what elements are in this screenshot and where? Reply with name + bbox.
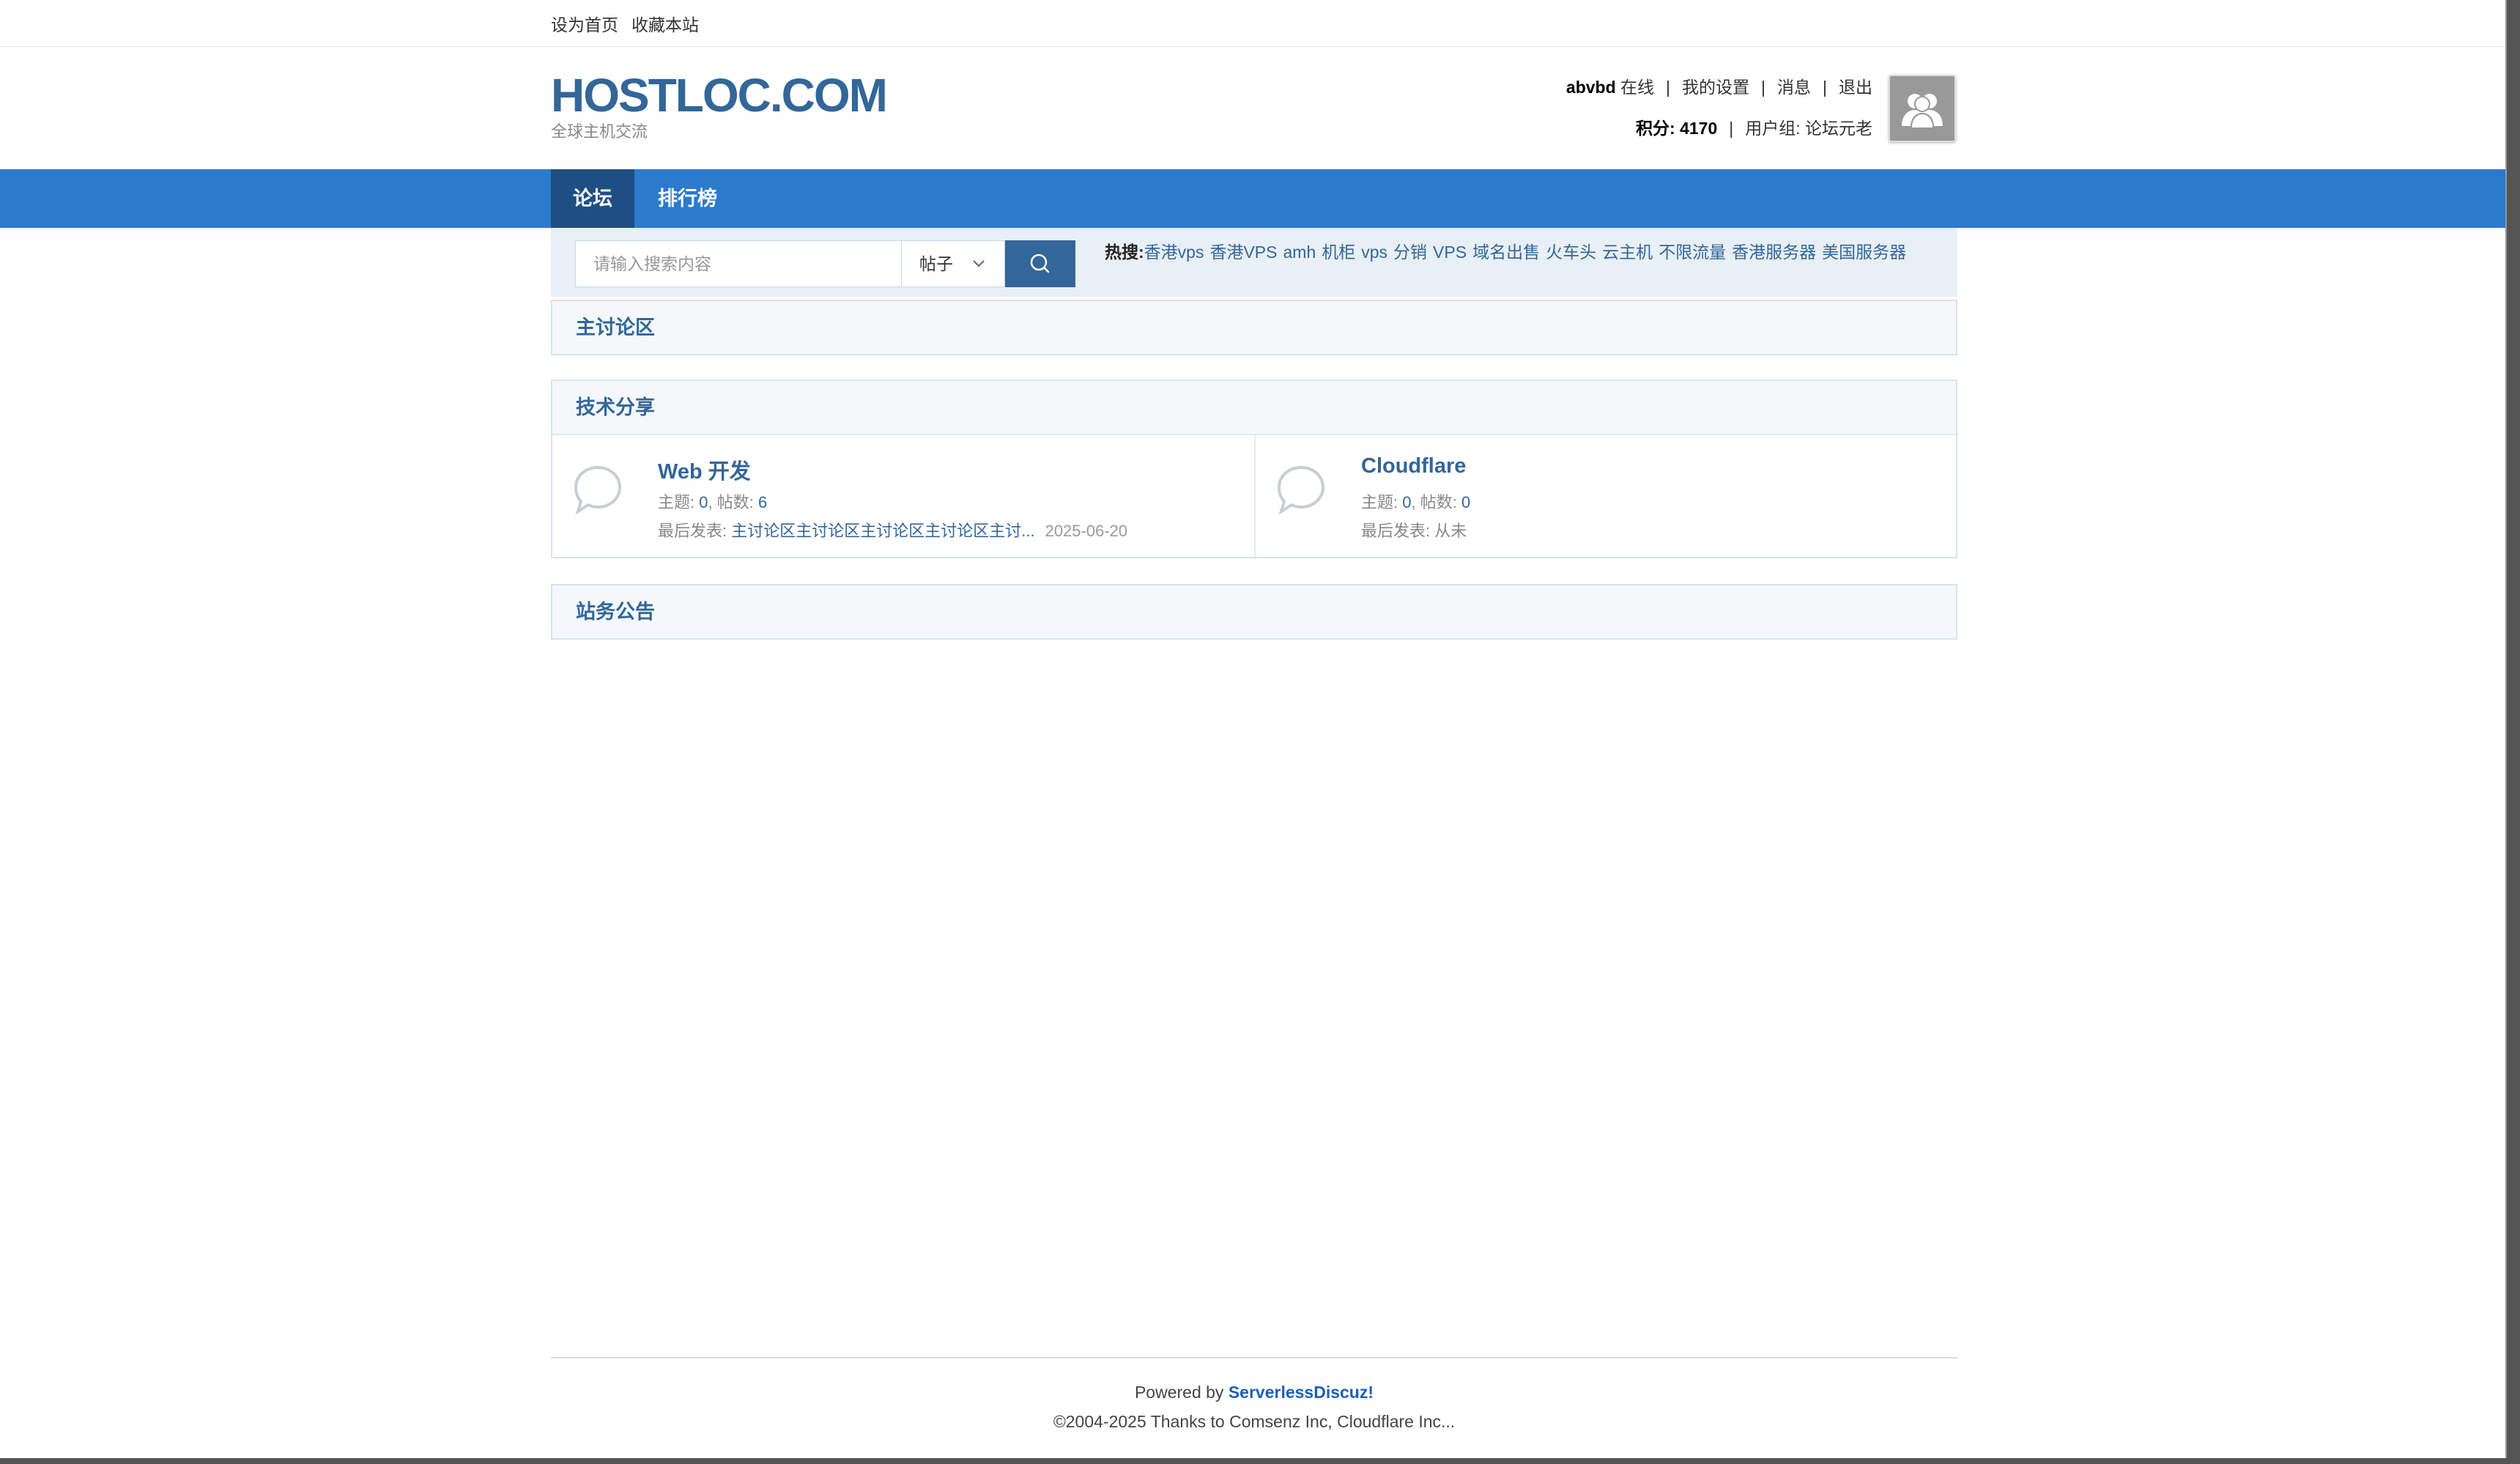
search-input[interactable] [575, 240, 902, 287]
section-announcements: 站务公告 [551, 584, 1957, 640]
settings-link[interactable]: 我的设置 [1682, 78, 1749, 97]
avatar[interactable] [1889, 75, 1956, 142]
hot-link[interactable]: 机柜 [1322, 243, 1355, 262]
topics-count: 0 [1402, 493, 1412, 511]
set-homepage-link[interactable]: 设为首页 [551, 11, 618, 36]
last-post-label: 最后发表: [1361, 522, 1435, 540]
search-bar: 帖子 热搜:香港vps 香港VPS amh 机柜 vps 分销 VPS 域名出售火车头云主机不… [551, 228, 1957, 297]
search-type-select[interactable]: 帖子 [902, 240, 1005, 287]
logout-link[interactable]: 退出 [1839, 78, 1872, 97]
section-main-discussion: 主讨论区 [551, 300, 1957, 355]
posts-count: 6 [757, 493, 768, 511]
chevron-down-icon [972, 241, 985, 303]
logo-subtitle: 全球主机交流 [551, 122, 648, 141]
section-tech-share: 技术分享 Web 开发 主题: 0, 帖数: 6 最后发表: 主讨论区主讨论区主… [551, 380, 1957, 558]
topics-label: 主题: [1361, 493, 1403, 511]
points-link[interactable]: 积分: 4170 [1636, 119, 1717, 138]
hot-searches: 热搜:香港vps 香港VPS amh 机柜 vps 分销 VPS 域名出售 火车头 云主机 不限流量… [1105, 241, 1912, 263]
browser-viewport: 设为首页 收藏本站 HOSTLOC.COM 全球主机交流 abvbd 在线 | 我的… [0, 0, 2507, 1458]
main-nav: 论坛 排行榜 [0, 169, 2505, 228]
forum-stats: 主题: 0, 帖数: 0 [1361, 493, 1471, 511]
usergroup-link[interactable]: 用户组: 论坛元老 [1745, 119, 1872, 138]
brand-link[interactable]: ServerlessDiscuz! [1228, 1383, 1374, 1402]
username-link[interactable]: abvbd [1566, 78, 1616, 97]
topics-label: 主题: [658, 493, 700, 511]
messages-link[interactable]: 消息 [1777, 78, 1811, 97]
footer: Powered by ServerlessDiscuz! ©2004-2025 … [551, 1378, 1957, 1436]
powered-by: Powered by ServerlessDiscuz! [551, 1378, 1957, 1407]
hot-link[interactable]: 云主机 [1602, 243, 1653, 262]
user-info: abvbd 在线 | 我的设置 | 消息 | 退出 积分: 4170 | 用户组: 论坛元老 [1565, 78, 1872, 138]
hot-link[interactable]: vps [1361, 243, 1387, 262]
search-type-value: 帖子 [919, 254, 953, 273]
powered-by-label: Powered by [1134, 1383, 1228, 1402]
forum-list: Web 开发 主题: 0, 帖数: 6 最后发表: 主讨论区主讨论区主讨论区主讨… [552, 434, 1956, 557]
forum-name-link[interactable]: Web 开发 [658, 454, 751, 485]
hot-link[interactable]: 不限流量 [1659, 243, 1726, 262]
footer-divider [551, 1357, 1957, 1358]
hot-link[interactable]: amh [1283, 243, 1316, 262]
forum-item: Web 开发 主题: 0, 帖数: 6 最后发表: 主讨论区主讨论区主讨论区主讨… [552, 435, 1254, 557]
section-title[interactable]: 站务公告 [552, 585, 1956, 638]
forum-last-post: 最后发表: 从未 [1361, 518, 1467, 541]
posts-label: 帖数: [716, 493, 758, 511]
hot-link[interactable]: 美国服务器 [1822, 243, 1906, 262]
hot-link[interactable]: 火车头 [1546, 243, 1596, 262]
nav-forum[interactable]: 论坛 [551, 169, 634, 228]
site-logo[interactable]: HOSTLOC.COM 全球主机交流 [551, 69, 888, 143]
forum-last-post: 最后发表: 主讨论区主讨论区主讨论区主讨论区主讨... 2025-06-20 [658, 518, 1127, 541]
speech-bubble-icon[interactable] [571, 463, 624, 520]
header: HOSTLOC.COM 全球主机交流 abvbd 在线 | 我的设置 | 消息 | 退出 积… [0, 48, 2505, 169]
hot-link[interactable]: 香港vps [1144, 243, 1204, 262]
hot-link[interactable]: VPS [1433, 243, 1467, 262]
hot-link[interactable]: 香港服务器 [1732, 243, 1816, 262]
forum-stats: 主题: 0, 帖数: 6 [658, 493, 768, 511]
last-post-link[interactable]: 主讨论区主讨论区主讨论区主讨论区主讨... [731, 522, 1034, 540]
hot-link[interactable]: 香港VPS [1209, 243, 1277, 262]
user-silhouette-icon [1902, 94, 1943, 127]
section-title[interactable]: 主讨论区 [552, 301, 1956, 354]
logo-title: HOSTLOC.COM [551, 69, 888, 122]
last-post-never: 从未 [1434, 522, 1467, 540]
hot-link[interactable]: 分销 [1393, 243, 1427, 262]
speech-bubble-icon[interactable] [1275, 463, 1327, 520]
posts-count: 0 [1461, 493, 1471, 511]
topics-count: 0 [699, 493, 708, 511]
last-post-date: 2025-06-20 [1045, 522, 1128, 540]
search-icon [1030, 254, 1050, 273]
posts-label: 帖数: [1420, 493, 1461, 511]
forum-name-link[interactable]: Cloudflare [1361, 454, 1466, 478]
search-button[interactable] [1005, 240, 1075, 287]
bookmark-site-link[interactable]: 收藏本站 [631, 11, 699, 36]
hot-label: 热搜: [1105, 243, 1144, 262]
last-post-label: 最后发表: [658, 522, 732, 540]
online-status[interactable]: 在线 [1620, 78, 1654, 97]
copyright: ©2004-2025 Thanks to Comsenz Inc, Cloudf… [1053, 1412, 1456, 1431]
top-bar: 设为首页 收藏本站 [0, 0, 2505, 47]
section-title[interactable]: 技术分享 [552, 381, 1956, 434]
hot-link[interactable]: 域名出售 [1472, 243, 1540, 262]
forum-item: Cloudflare 主题: 0, 帖数: 0 最后发表: 从未 [1254, 435, 1956, 557]
nav-ranking[interactable]: 排行榜 [634, 169, 741, 228]
